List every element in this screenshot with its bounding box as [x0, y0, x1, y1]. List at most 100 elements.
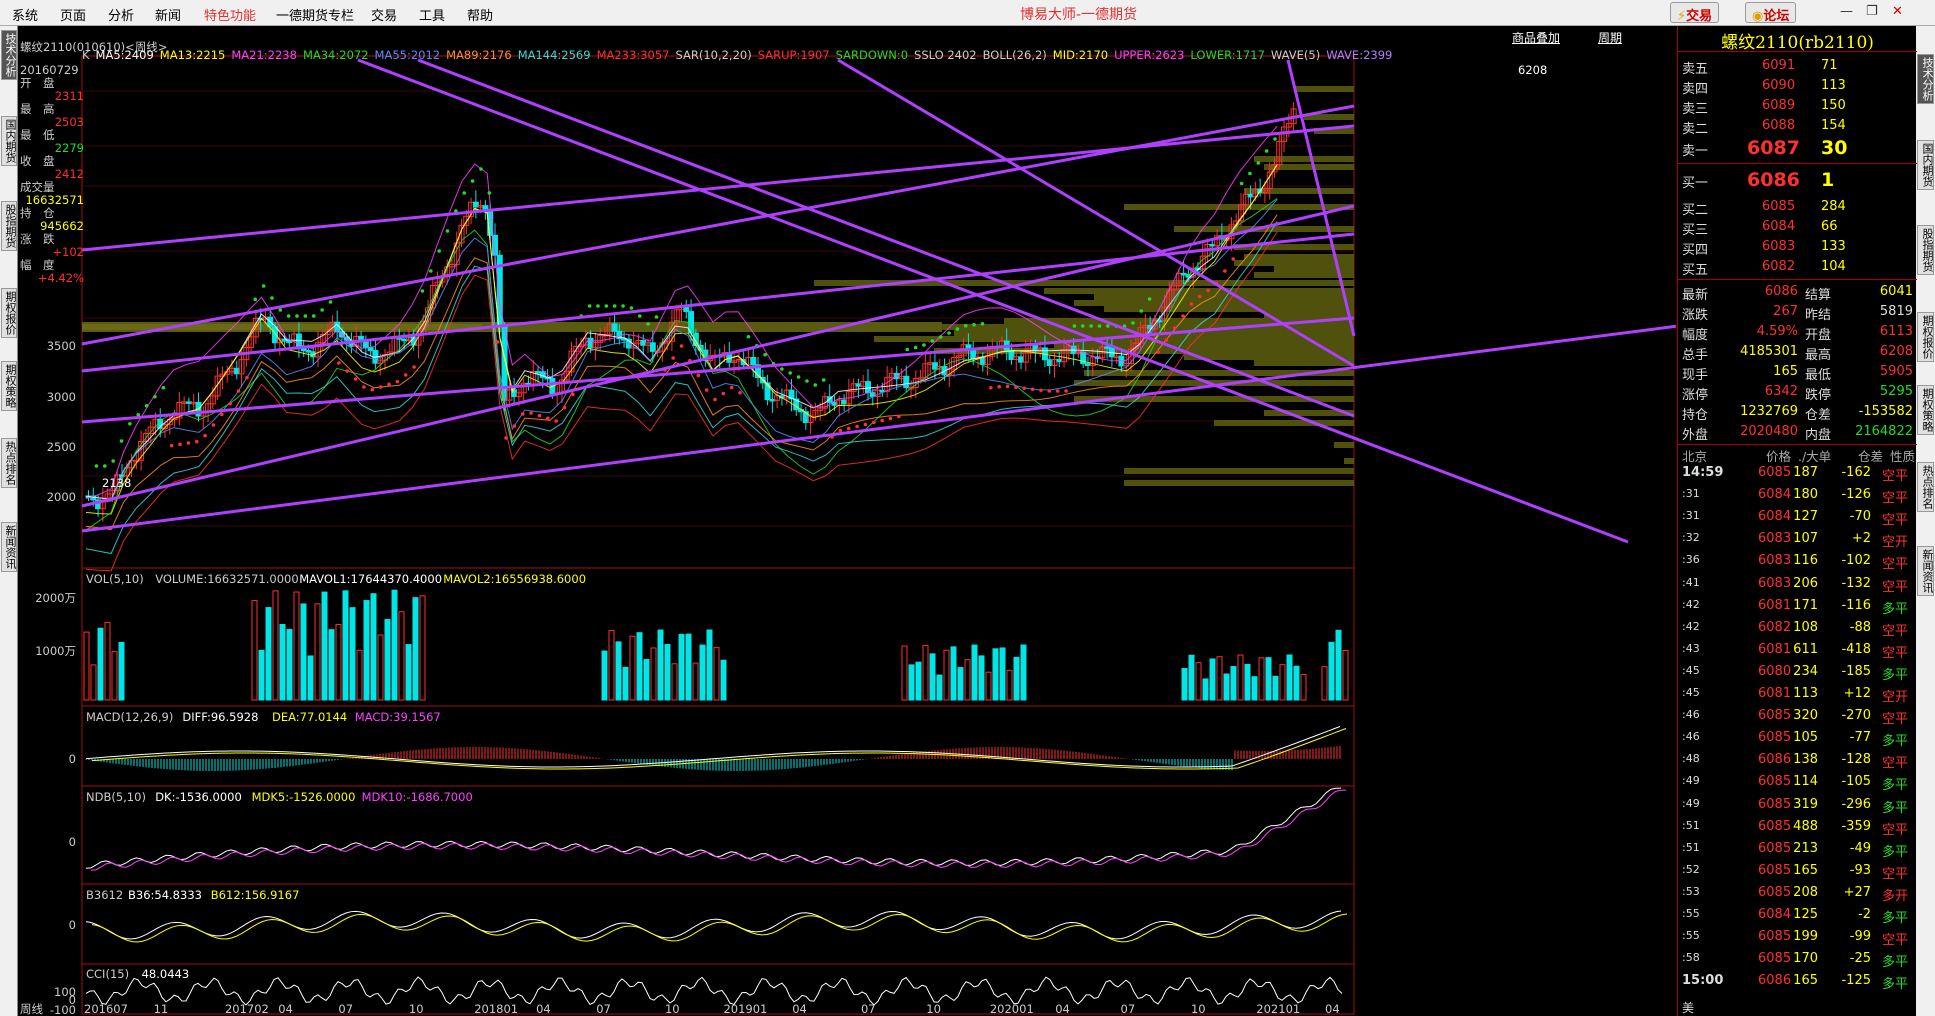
cci-header-label: CCI(15): [86, 967, 129, 981]
tick-row[interactable]: :41 6083 206 -132 空平: [1678, 575, 1917, 595]
stat-row[interactable]: 外盘 2020480 内盘 2164822: [1678, 423, 1917, 443]
tick-row[interactable]: :31 6084 180 -126 空平: [1678, 486, 1917, 507]
tick-row[interactable]: :32 6083 107 +2 空开: [1678, 530, 1917, 550]
ask-row[interactable]: 卖一 6087 30: [1678, 137, 1917, 159]
ask-row[interactable]: 卖五 6091 71: [1678, 57, 1917, 77]
bid-row[interactable]: 买三 6084 66: [1678, 218, 1917, 238]
ask-row[interactable]: 卖四 6090 113: [1678, 77, 1917, 97]
period-button[interactable]: 周期: [1598, 29, 1622, 46]
tick-nature: 多平: [1882, 844, 1909, 860]
volume-bar: [622, 666, 629, 701]
volume-bar: [97, 627, 104, 701]
left-tab-0[interactable]: 技术分析: [1, 30, 17, 80]
tick-row[interactable]: :46 6085 105 -77 多平: [1678, 729, 1917, 749]
tick-row[interactable]: :52 6085 165 -93 空平: [1678, 862, 1917, 882]
quote-footer[interactable]: 美: [1682, 999, 1694, 1016]
stat-row[interactable]: 幅度 4.59% 开盘 6113: [1678, 323, 1917, 343]
ask-row[interactable]: 卖二 6088 154: [1678, 117, 1917, 137]
left-tab-2[interactable]: 股指期货: [1, 201, 17, 251]
volume-bar: [692, 662, 699, 701]
menu-item-7[interactable]: 工具: [419, 5, 445, 24]
menu-item-3[interactable]: 新闻: [155, 5, 181, 24]
menu-item-1[interactable]: 页面: [60, 5, 86, 24]
menu-item-0[interactable]: 系统: [12, 5, 38, 24]
volume-bar: [601, 650, 608, 701]
stat-row[interactable]: 总手 4185301 最高 6208: [1678, 343, 1917, 363]
tick-nature: 空平: [1882, 491, 1909, 507]
restore-icon[interactable]: ❐: [1866, 4, 1878, 19]
add-product-button[interactable]: 商品叠加: [1512, 29, 1560, 46]
left-tab-5[interactable]: 热点排名: [1, 438, 17, 488]
tick-row[interactable]: :48 6086 138 -128 空平: [1678, 751, 1917, 771]
tick-row[interactable]: :55 6084 125 -2 多平: [1678, 906, 1917, 926]
sar-dot: [520, 412, 525, 416]
ask-row[interactable]: 卖三 6089 150: [1678, 97, 1917, 117]
tick-row[interactable]: :42 6082 108 -88 空平: [1678, 619, 1917, 639]
right-tab-2[interactable]: 股指期货: [1917, 225, 1934, 275]
tick-row[interactable]: :42 6081 171 -116 多平: [1678, 597, 1917, 617]
stat-row[interactable]: 涨跌 267 昨结 5819: [1678, 303, 1917, 323]
stat-row[interactable]: 持仓 1232769 仓差 -153582: [1678, 403, 1917, 423]
tick-row[interactable]: 14:59 6085 187 -162 空平: [1678, 464, 1917, 484]
tick-row[interactable]: :45 6080 234 -185 多平: [1678, 663, 1917, 683]
tick-row[interactable]: :53 6085 208 +27 多开: [1678, 884, 1917, 904]
volume-bar: [643, 659, 650, 701]
bid-row[interactable]: 买五 6082 104: [1678, 258, 1917, 278]
main-indicator-legend: K MA5:2409 MA13:2215 MA21:2238 MA34:2072 MA55…: [82, 48, 1398, 62]
candle-body: [535, 371, 542, 374]
close-icon[interactable]: ✕: [1892, 4, 1903, 19]
right-tab-0[interactable]: 技术分析: [1917, 54, 1934, 104]
left-tab-6[interactable]: 新闻资讯: [1, 522, 17, 572]
sar-dot: [470, 179, 475, 183]
tick-row[interactable]: :36 6083 116 -102 空平: [1678, 552, 1917, 572]
menu-item-2[interactable]: 分析: [108, 5, 134, 24]
right-tab-4[interactable]: 期权策略: [1917, 385, 1934, 435]
sar-dot: [1080, 324, 1085, 328]
time-axis-tick: 07: [338, 1002, 353, 1016]
stat-row[interactable]: 涨停 6342 跌停 5295: [1678, 383, 1917, 403]
volume-bar: [915, 661, 922, 701]
menu-item-5[interactable]: 一德期货专栏: [276, 5, 354, 24]
left-tab-1[interactable]: 国内期货: [1, 116, 17, 166]
kline-chart-area[interactable]: 3500 3000 2500 2000 6208 2138 VOL(5,10) VOLUME:…: [18, 26, 1676, 1016]
tick-row[interactable]: :49 6085 319 -296 多平: [1678, 796, 1917, 816]
volume-bar: [118, 641, 125, 701]
tick-row[interactable]: :55 6085 199 -99 空平: [1678, 928, 1917, 948]
right-tab-6[interactable]: 新闻资讯: [1917, 546, 1934, 596]
tick-header: 仓差: [1858, 449, 1884, 464]
trade-button[interactable]: ⚡交易: [1670, 2, 1720, 24]
minimize-icon[interactable]: —: [1840, 4, 1853, 19]
tick-row[interactable]: :46 6085 320 -270 空平: [1678, 707, 1917, 727]
right-tab-1[interactable]: 国内期货: [1917, 140, 1934, 190]
chart-canvas[interactable]: 3500 3000 2500 2000 6208 2138 VOL(5,10) VOLUME:…: [18, 26, 1676, 1016]
candle-body: [587, 337, 594, 349]
left-tab-4[interactable]: 期权策略: [1, 361, 17, 411]
tick-row[interactable]: :45 6081 113 +12 空开: [1678, 685, 1917, 705]
left-tab-3[interactable]: 期权报价: [1, 288, 17, 338]
tick-row[interactable]: 15:00 6086 165 -125 多平: [1678, 972, 1917, 992]
tick-row[interactable]: :58 6085 170 -25 多平: [1678, 950, 1917, 970]
bid-row[interactable]: 买二 6085 284: [1678, 198, 1917, 218]
tick-row[interactable]: :43 6081 611 -418 空平: [1678, 641, 1917, 661]
right-tab-3[interactable]: 期权报价: [1917, 312, 1934, 362]
tick-row[interactable]: :49 6085 114 -105 多平: [1678, 773, 1917, 793]
stat-row[interactable]: 最新 6086 结算 6041: [1678, 283, 1917, 303]
menu-item-4[interactable]: 特色功能: [204, 5, 256, 24]
menu-item-8[interactable]: 帮助: [467, 5, 493, 24]
sar-dot: [872, 420, 876, 425]
tick-time: :48: [1682, 752, 1700, 766]
sar-dot: [1055, 389, 1060, 393]
tick-row[interactable]: :51 6085 488 -359 空平: [1678, 818, 1917, 838]
bid-row[interactable]: 买四 6083 133: [1678, 238, 1917, 258]
tick-row[interactable]: :31 6084 127 -70 空平: [1678, 508, 1917, 528]
tick-row[interactable]: :51 6085 213 -49 多平: [1678, 840, 1917, 860]
menu-item-6[interactable]: 交易: [371, 5, 397, 24]
sar-dot: [621, 304, 625, 308]
bid-row[interactable]: 买一 6086 1: [1678, 169, 1917, 191]
stat-row[interactable]: 现手 165 最低 5905: [1678, 363, 1917, 383]
forum-button[interactable]: ◉论坛: [1745, 2, 1797, 24]
tick-time: :55: [1682, 907, 1700, 920]
sar-dot: [1072, 324, 1077, 328]
candle-body: [286, 340, 293, 344]
right-tab-5[interactable]: 热点排名: [1917, 462, 1934, 512]
